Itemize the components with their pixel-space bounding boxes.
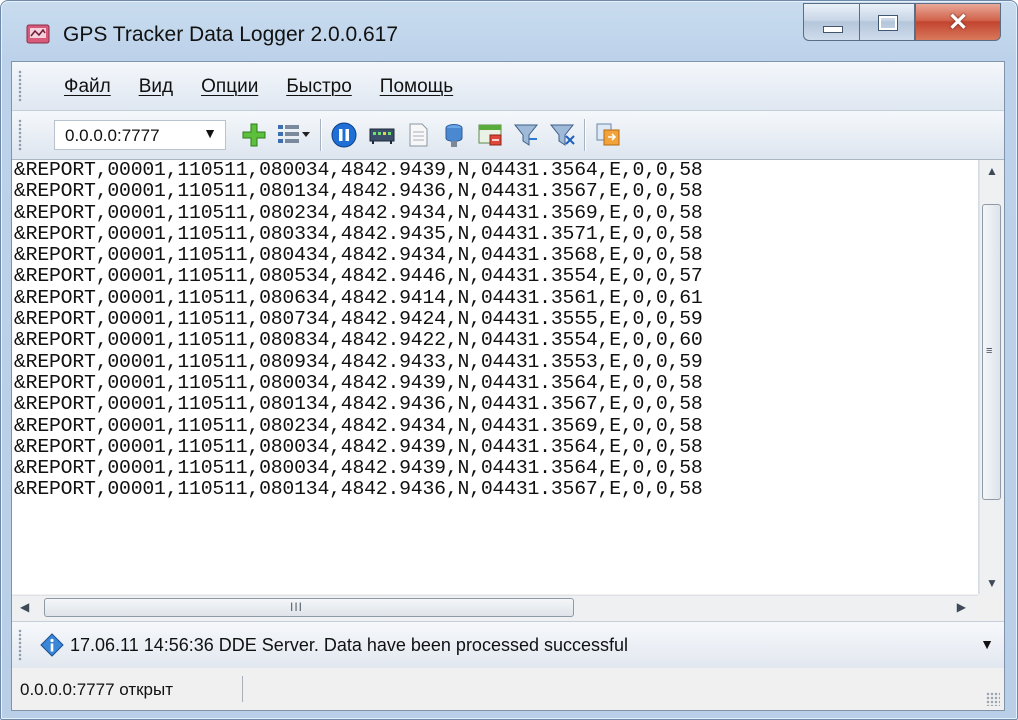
document-icon[interactable] <box>404 121 432 149</box>
add-icon[interactable] <box>240 121 268 149</box>
menu-grip[interactable] <box>18 70 22 102</box>
vertical-scrollbar[interactable]: ▲ ≡ ▼ <box>979 160 1004 594</box>
log-line: &REPORT,00001,110511,080134,4842.9436,N,… <box>14 180 703 203</box>
log-line: &REPORT,00001,110511,080034,4842.9439,N,… <box>14 160 703 181</box>
filter-add-icon[interactable] <box>548 121 576 149</box>
scroll-corner <box>979 595 1003 619</box>
status-bar: 0.0.0.0:7777 открыт <box>12 668 1004 710</box>
log-line: &REPORT,00001,110511,080234,4842.9434,N,… <box>14 414 703 437</box>
resize-grip[interactable] <box>986 692 1000 706</box>
toolbar-separator-2 <box>584 119 585 151</box>
log-line: &REPORT,00001,110511,080434,4842.9434,N,… <box>14 244 703 267</box>
app-window: GPS Tracker Data Logger 2.0.0.617 ✕ Файл… <box>0 0 1018 720</box>
log-line: &REPORT,00001,110511,080034,4842.9439,N,… <box>14 435 703 458</box>
app-icon <box>26 24 50 44</box>
log-line: &REPORT,00001,110511,080734,4842.9424,N,… <box>14 308 703 331</box>
info-icon <box>40 633 64 657</box>
toolbar-separator <box>320 119 321 151</box>
scroll-left-icon[interactable]: ◀ <box>20 600 29 614</box>
title-bar[interactable]: GPS Tracker Data Logger 2.0.0.617 ✕ <box>1 1 1017 61</box>
scroll-down-icon[interactable]: ▼ <box>986 576 998 590</box>
log-line: &REPORT,00001,110511,080034,4842.9439,N,… <box>14 457 703 480</box>
thumb-grip-icon: ≡ <box>986 345 993 357</box>
menu-quick[interactable]: Быстро <box>286 76 351 98</box>
thumb-grip: III <box>290 600 304 614</box>
filter-icon[interactable] <box>512 121 540 149</box>
address-combo[interactable]: 0.0.0.0:7777 ▼ <box>54 120 226 150</box>
log-line: &REPORT,00001,110511,080234,4842.9434,N,… <box>14 201 703 224</box>
log-line: &REPORT,00001,110511,080534,4842.9446,N,… <box>14 265 703 288</box>
maximize-icon <box>878 15 898 31</box>
chevron-down-icon[interactable]: ▼ <box>203 125 217 141</box>
menu-bar: Файл Вид Опции Быстро Помощь <box>12 62 1004 111</box>
scroll-right-icon[interactable]: ▶ <box>957 600 966 614</box>
horizontal-scroll-thumb[interactable]: III <box>44 598 574 617</box>
message-dropdown-icon[interactable]: ▼ <box>980 636 994 652</box>
list-menu-icon[interactable] <box>276 121 312 149</box>
horizontal-scrollbar[interactable]: ◀ III ▶ <box>12 595 978 620</box>
minimize-icon <box>823 26 843 33</box>
menu-view[interactable]: Вид <box>139 76 173 98</box>
message-text: 17.06.11 14:56:36 DDE Server. Data have … <box>70 635 629 655</box>
menu-help[interactable]: Помощь <box>380 76 453 98</box>
database-icon[interactable] <box>440 121 468 149</box>
modem-icon[interactable] <box>368 121 396 149</box>
log-line: &REPORT,00001,110511,080134,4842.9436,N,… <box>14 478 703 501</box>
export-icon[interactable] <box>594 121 622 149</box>
minimize-button[interactable] <box>803 3 859 41</box>
status-text: 0.0.0.0:7777 открыт <box>20 680 174 699</box>
message-bar: 17.06.11 14:56:36 DDE Server. Data have … <box>12 621 1004 669</box>
caption-buttons: ✕ <box>803 3 1001 43</box>
menu-options[interactable]: Опции <box>201 76 258 98</box>
log-line: &REPORT,00001,110511,080834,4842.9422,N,… <box>14 329 703 352</box>
window-title: GPS Tracker Data Logger 2.0.0.617 <box>63 23 399 46</box>
close-button[interactable]: ✕ <box>915 3 1001 41</box>
maximize-button[interactable] <box>859 3 915 41</box>
client-area: Файл Вид Опции Быстро Помощь 0.0.0.0:777… <box>11 61 1005 711</box>
pause-icon[interactable] <box>330 121 358 149</box>
log-line: &REPORT,00001,110511,080134,4842.9436,N,… <box>14 393 703 416</box>
log-line: &REPORT,00001,110511,080334,4842.9435,N,… <box>14 222 703 245</box>
message-grip[interactable] <box>18 629 22 661</box>
window-icon[interactable] <box>476 121 504 149</box>
scroll-up-icon[interactable]: ▲ <box>986 164 998 178</box>
menu-file[interactable]: Файл <box>64 76 111 98</box>
toolbar-grip[interactable] <box>18 119 22 151</box>
status-separator <box>242 676 243 702</box>
address-value: 0.0.0.0:7777 <box>65 126 160 145</box>
log-text-area[interactable]: &REPORT,00001,110511,080034,4842.9439,N,… <box>12 160 979 594</box>
toolbar: 0.0.0.0:7777 ▼ <box>12 111 1004 160</box>
log-line: &REPORT,00001,110511,080034,4842.9439,N,… <box>14 371 703 394</box>
vertical-scroll-thumb[interactable]: ≡ <box>982 204 1001 500</box>
log-line: &REPORT,00001,110511,080934,4842.9433,N,… <box>14 350 703 373</box>
menu-items: Файл Вид Опции Быстро Помощь <box>64 76 481 98</box>
log-line: &REPORT,00001,110511,080634,4842.9414,N,… <box>14 286 703 309</box>
close-icon: ✕ <box>947 9 969 36</box>
